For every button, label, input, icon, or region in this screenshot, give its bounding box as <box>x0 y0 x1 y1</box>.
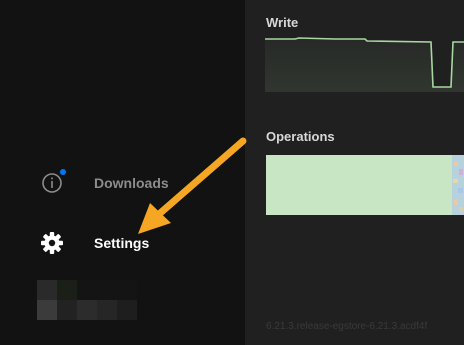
write-graph <box>265 37 464 92</box>
avatar[interactable] <box>37 280 137 320</box>
gear-icon <box>36 227 68 259</box>
sidebar-item-downloads[interactable]: Downloads <box>36 166 236 200</box>
sidebar-item-settings[interactable]: Settings <box>36 226 236 260</box>
notification-badge <box>60 169 66 175</box>
version-label: 6.21.3.release-egstore-6.21.3.acdf4f <box>266 321 428 332</box>
operations-graph <box>266 155 464 215</box>
sidebar-item-label: Downloads <box>94 175 169 191</box>
write-title: Write <box>266 15 299 30</box>
sidebar: Downloads Settings <box>0 0 245 345</box>
operations-title: Operations <box>266 129 335 144</box>
operations-fill <box>266 155 452 215</box>
sidebar-item-label: Settings <box>94 235 150 251</box>
operations-strip <box>452 155 464 215</box>
